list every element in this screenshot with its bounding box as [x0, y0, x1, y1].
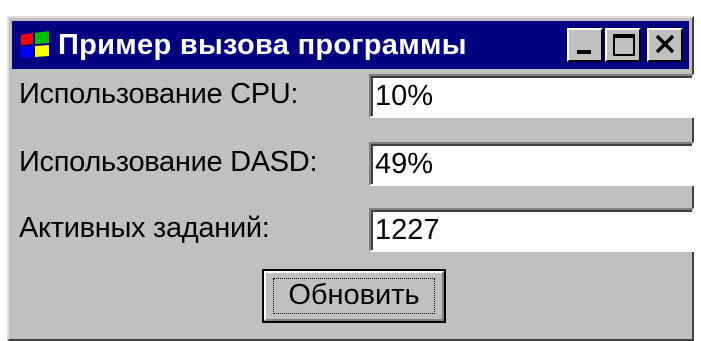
windows-flag-icon [21, 31, 49, 58]
title-bar[interactable]: Пример вызова программы [12, 21, 689, 69]
app-window: Пример вызова программы Использование CP… [7, 16, 694, 341]
maximize-button[interactable] [605, 28, 641, 62]
dasd-usage-field[interactable]: 49% [369, 142, 694, 186]
minimize-button[interactable] [567, 28, 603, 62]
active-jobs-label: Активных заданий: [19, 212, 270, 244]
close-icon [655, 34, 675, 54]
window-title: Пример вызова программы [58, 29, 467, 61]
active-jobs-field[interactable]: 1227 [369, 208, 694, 252]
refresh-button-label: Обновить [288, 279, 420, 311]
refresh-button[interactable]: Обновить [262, 269, 446, 323]
minimize-icon [577, 50, 591, 54]
close-button[interactable] [647, 28, 683, 62]
cpu-usage-label: Использование CPU: [19, 78, 299, 110]
cpu-usage-field[interactable]: 10% [369, 74, 694, 118]
maximize-icon [613, 34, 635, 56]
dasd-usage-label: Использование DASD: [19, 146, 318, 178]
